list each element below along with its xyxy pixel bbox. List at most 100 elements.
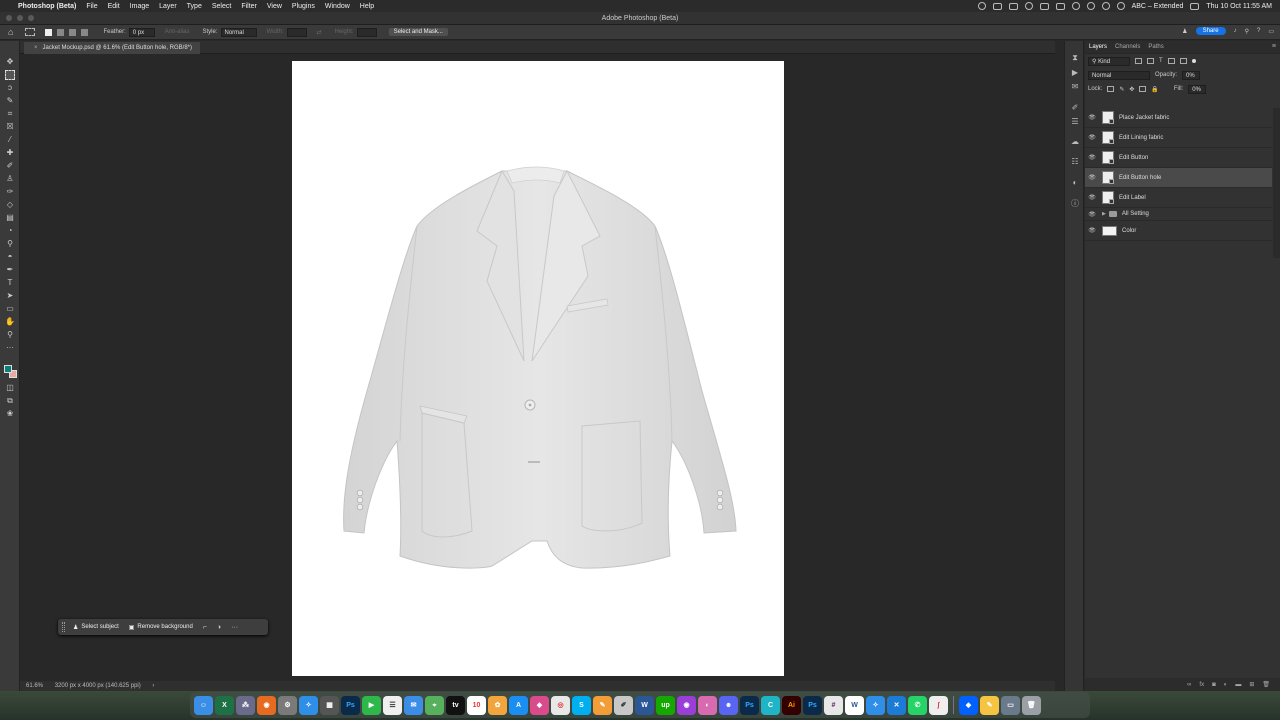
clone-stamp-tool-icon[interactable]: ♙: [5, 174, 15, 184]
tab-paths[interactable]: Paths: [1148, 44, 1163, 50]
foreground-color-swatch[interactable]: [4, 365, 12, 373]
illustrator-icon[interactable]: Ai: [782, 695, 801, 715]
cleanmymac-icon[interactable]: ◆: [530, 695, 549, 715]
panel-menu-icon[interactable]: ≡: [1272, 43, 1276, 50]
visibility-eye-icon[interactable]: 👁: [1085, 227, 1099, 234]
smudge-tool-icon[interactable]: ◓: [5, 252, 15, 262]
blur-tool-icon[interactable]: ◔: [5, 226, 15, 236]
width-input[interactable]: [286, 27, 307, 37]
hand-tool-icon[interactable]: ✋: [5, 317, 15, 327]
gradient-tool-icon[interactable]: ▤: [5, 213, 15, 223]
drag-handle[interactable]: [62, 622, 65, 632]
generative-fill-icon[interactable]: ❀: [5, 409, 15, 419]
zoom-tool-icon[interactable]: ⚲: [5, 330, 15, 340]
calculator-icon[interactable]: ▦: [320, 695, 339, 715]
type-tool-icon[interactable]: T: [5, 278, 15, 288]
wifi-icon[interactable]: [1071, 2, 1080, 10]
lasso-tool-icon[interactable]: ↄ: [5, 83, 15, 93]
mail-icon[interactable]: ✉: [404, 695, 423, 715]
add-selection-icon[interactable]: [57, 28, 65, 36]
apple-tv-icon[interactable]: tv: [446, 695, 465, 715]
app-status-icon[interactable]: [992, 2, 1002, 10]
bluetooth-icon[interactable]: [1086, 2, 1095, 10]
link-icon[interactable]: ∞: [1187, 682, 1191, 688]
whatsapp-icon[interactable]: ✆: [908, 695, 927, 715]
visibility-eye-icon[interactable]: 👁: [1085, 154, 1099, 161]
finder-icon[interactable]: ☺: [194, 695, 213, 715]
brush-tool-icon[interactable]: ✐: [5, 161, 15, 171]
app-menu[interactable]: Photoshop (Beta): [18, 3, 76, 10]
edit-toolbar-icon[interactable]: ···: [5, 343, 15, 353]
fx-icon[interactable]: fx: [1199, 682, 1204, 688]
pen-tool-icon[interactable]: ✒: [5, 265, 15, 275]
remove-background-button[interactable]: ▣ Remove background: [129, 624, 193, 631]
mask-icon[interactable]: ◙: [1212, 682, 1216, 688]
layer-row[interactable]: 👁 Color: [1085, 221, 1272, 241]
visibility-eye-icon[interactable]: 👁: [1085, 114, 1099, 121]
trash-icon[interactable]: 🗑: [1262, 681, 1270, 688]
discord-icon[interactable]: ☻: [719, 695, 738, 715]
trash-dock-icon[interactable]: 🗑: [1022, 695, 1041, 715]
adjustment-filter-icon[interactable]: [1147, 58, 1154, 64]
xcode-icon[interactable]: ✕: [887, 695, 906, 715]
quick-mask-icon[interactable]: ◫: [5, 383, 15, 393]
screen-icon[interactable]: [1008, 2, 1018, 10]
dodge-tool-icon[interactable]: ⚲: [5, 239, 15, 249]
launchpad-icon[interactable]: ⁂: [236, 695, 255, 715]
share-button[interactable]: Share: [1195, 27, 1226, 35]
zoom-window-button[interactable]: [28, 15, 34, 21]
excel-icon[interactable]: X: [215, 695, 234, 715]
reminders-icon[interactable]: ☰: [383, 695, 402, 715]
window-icon[interactable]: [1039, 2, 1049, 10]
quick-selection-tool-icon[interactable]: ✎: [5, 96, 15, 106]
notifications-icon[interactable]: ♪: [1234, 28, 1237, 34]
brush-panel-icon[interactable]: ✐: [1070, 103, 1080, 112]
layer-row[interactable]: 👁 Edit Label: [1085, 188, 1272, 208]
menu-file[interactable]: File: [86, 3, 97, 10]
workspace-icon[interactable]: ▭: [1268, 28, 1274, 35]
photoshop-beta-icon[interactable]: Ps: [803, 695, 822, 715]
home-icon[interactable]: ⌂: [8, 27, 13, 37]
settings-icon[interactable]: ⚙: [278, 695, 297, 715]
eyedropper-tool-icon[interactable]: ⁄: [5, 135, 15, 145]
layer-row[interactable]: 👁 Edit Button: [1085, 148, 1272, 168]
fill-input[interactable]: 0%: [1188, 84, 1207, 94]
document-info[interactable]: 3200 px x 4000 px (140.625 ppi): [55, 683, 141, 689]
smart-object-filter-icon[interactable]: [1179, 58, 1187, 64]
folder-icon[interactable]: ▬: [1235, 682, 1241, 688]
menu-image[interactable]: Image: [130, 3, 149, 10]
canvas-area[interactable]: ♟ Select subject ▣ Remove background ⌐ ◑ ·…: [20, 55, 1055, 681]
skype-icon[interactable]: S: [572, 695, 591, 715]
menu-filter[interactable]: Filter: [241, 3, 257, 10]
document-canvas[interactable]: [292, 61, 784, 676]
screen-mode-icon[interactable]: ⧉: [5, 396, 15, 406]
more-options-icon[interactable]: ···: [231, 624, 238, 631]
tab-channels[interactable]: Channels: [1115, 44, 1140, 50]
type-filter-icon[interactable]: T: [1159, 58, 1163, 64]
spotlight-icon[interactable]: [1116, 2, 1125, 10]
preview-icon[interactable]: ◐: [698, 695, 717, 715]
firefox-icon[interactable]: ◉: [257, 695, 276, 715]
new-layer-icon[interactable]: ⊞: [1249, 681, 1254, 688]
menu-window[interactable]: Window: [325, 3, 350, 10]
path-selection-tool-icon[interactable]: ➤: [5, 291, 15, 301]
menu-type[interactable]: Type: [187, 3, 202, 10]
pages-icon[interactable]: ✎: [593, 695, 612, 715]
info-panel-icon[interactable]: ⓘ: [1070, 199, 1080, 208]
menu-help[interactable]: Help: [360, 3, 374, 10]
anti-alias-checkbox[interactable]: Anti-alias: [165, 29, 190, 35]
blend-mode-select[interactable]: Normal: [1088, 70, 1150, 80]
history-brush-tool-icon[interactable]: ✑: [5, 187, 15, 197]
height-input[interactable]: [356, 27, 377, 37]
shape-filter-icon[interactable]: [1167, 58, 1175, 64]
close-document-icon[interactable]: ×: [34, 45, 38, 51]
feather-input[interactable]: 0 px: [128, 27, 155, 37]
safari-icon[interactable]: ✧: [299, 695, 318, 715]
adjustment-icon[interactable]: ◑: [217, 624, 221, 631]
select-subject-button[interactable]: ♟ Select subject: [73, 624, 119, 631]
learn-icon[interactable]: ♟: [1182, 28, 1187, 35]
crop-tool-icon[interactable]: ⌗: [5, 109, 15, 119]
search-icon[interactable]: ⚲: [1245, 28, 1249, 35]
pixel-filter-icon[interactable]: [1135, 58, 1142, 64]
instruments-icon[interactable]: ∫: [929, 695, 948, 715]
